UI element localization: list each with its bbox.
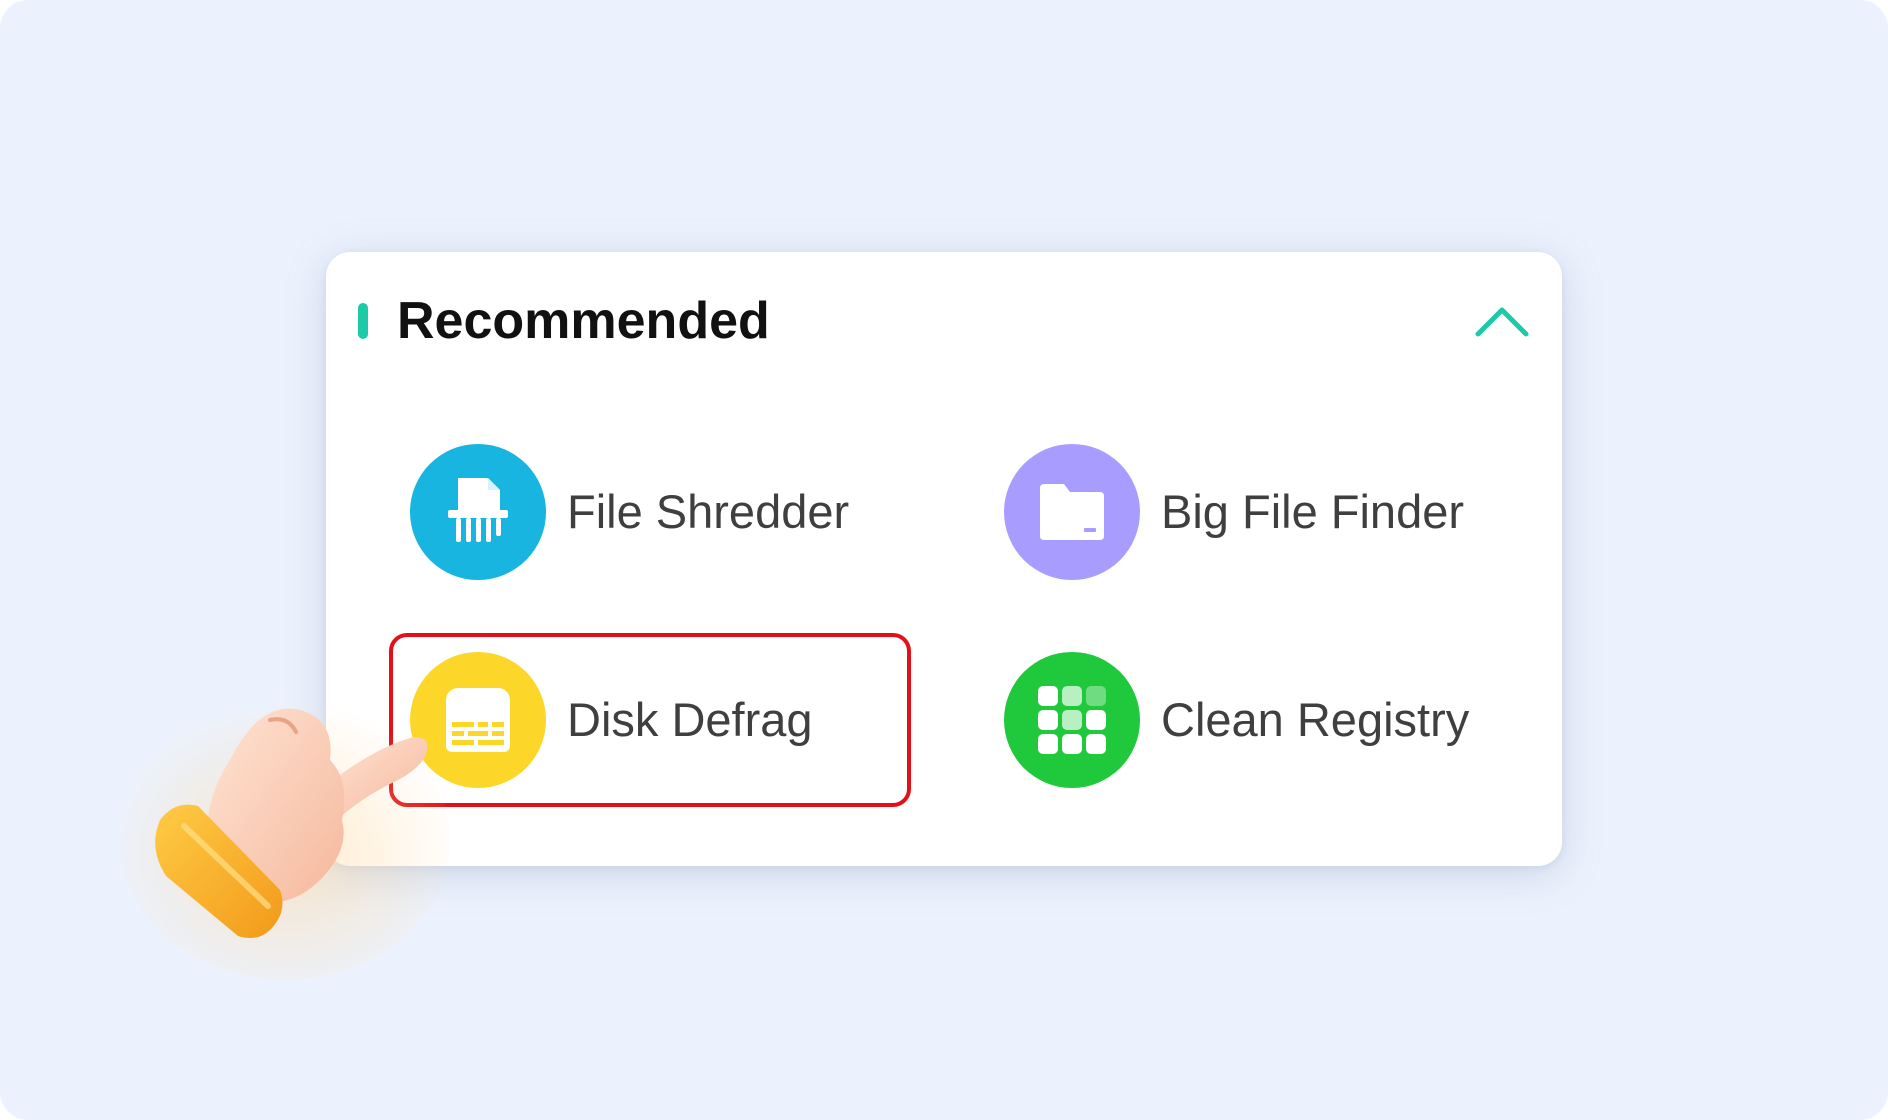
disk-defrag-icon [410, 652, 546, 788]
tool-label: File Shredder [567, 485, 850, 538]
tool-label: Disk Defrag [567, 693, 813, 746]
collapse-button[interactable] [1460, 292, 1544, 352]
folder-icon [1004, 444, 1140, 580]
shredder-icon [410, 444, 546, 580]
tool-big-file-finder[interactable]: Big File Finder [1004, 442, 1464, 582]
tool-label: Big File Finder [1161, 485, 1464, 538]
tool-file-shredder[interactable]: File Shredder [410, 442, 849, 582]
section-title: Recommended [397, 292, 770, 350]
tool-label: Clean Registry [1161, 693, 1470, 746]
section-accent-bar [358, 303, 368, 339]
registry-grid-icon [1004, 652, 1140, 788]
tool-clean-registry[interactable]: Clean Registry [1004, 650, 1469, 790]
screenshot-background: Recommended File Shredder Big File Finde… [0, 0, 1888, 1120]
recommended-panel: Recommended File Shredder Big File Finde… [326, 252, 1562, 866]
tool-disk-defrag[interactable]: Disk Defrag [410, 650, 813, 790]
chevron-up-icon [1475, 307, 1529, 337]
